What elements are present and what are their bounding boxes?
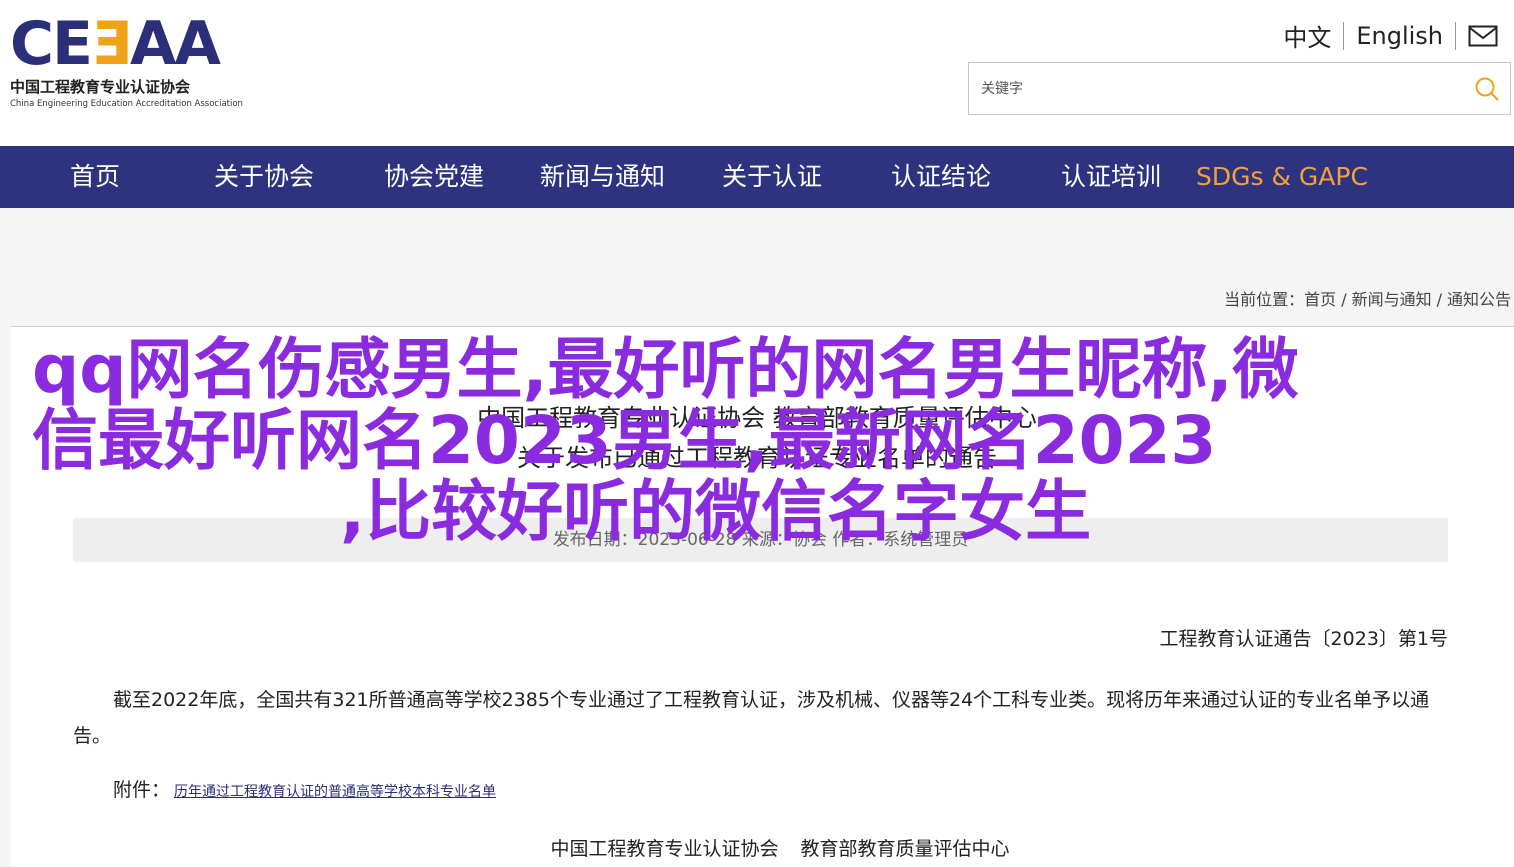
site-header: CEƎAA 中国工程教育专业认证协会 China Engineering Edu… (0, 0, 1514, 146)
nav-item-party-building[interactable]: 协会党建 (384, 146, 484, 208)
breadcrumb-separator: / (1436, 290, 1442, 309)
mail-icon[interactable] (1468, 25, 1498, 47)
breadcrumb-home[interactable]: 首页 (1304, 290, 1336, 309)
logo-mark-ce: CE (10, 9, 93, 79)
nav-item-news[interactable]: 新闻与通知 (540, 146, 665, 208)
article-paragraph: 截至2022年底，全国共有321所普通高等学校2385个专业通过了工程教育认证，… (73, 689, 1430, 747)
breadcrumb: 当前位置：首页 / 新闻与通知 / 通知公告 (1224, 286, 1511, 310)
signature-association: 中国工程教育专业认证协会 (550, 838, 779, 860)
logo-mark-aa: AA (130, 9, 221, 79)
overlay-line-1: qq网名伤感男生,最好听的网名男生昵称,微 (32, 331, 1299, 408)
overlay-headline: qq网名伤感男生,最好听的网名男生昵称,微 信最好听网名2023男生,最新网名2… (32, 334, 1372, 547)
logo-mark: CEƎAA (10, 14, 266, 74)
nav-item-about-accreditation[interactable]: 关于认证 (722, 146, 822, 208)
lang-chinese-link[interactable]: 中文 (1283, 18, 1331, 53)
breadcrumb-separator: / (1341, 290, 1347, 309)
language-switcher: 中文 English (1283, 18, 1498, 53)
overlay-line-3: ,比较好听的微信名字女生 (340, 473, 1092, 550)
lang-divider (1455, 21, 1456, 50)
nav-item-conclusions[interactable]: 认证结论 (891, 146, 991, 208)
nav-item-home[interactable]: 首页 (70, 146, 120, 208)
logo-english-name: China Engineering Education Accreditatio… (10, 99, 243, 109)
attachment-label: 附件： (113, 779, 171, 801)
signature-evaluation-center: 教育部教育质量评估中心 (800, 838, 1010, 860)
main-nav: 首页 关于协会 协会党建 新闻与通知 关于认证 认证结论 认证培训 SDGs &… (0, 146, 1514, 208)
document-number: 工程教育认证通告〔2023〕第1号 (1159, 628, 1448, 650)
attachment-link[interactable]: 历年通过工程教育认证的普通高等学校本科专业名单 (174, 784, 496, 800)
nav-item-about-association[interactable]: 关于协会 (214, 146, 314, 208)
breadcrumb-notices[interactable]: 通知公告 (1447, 290, 1511, 309)
lang-english-link[interactable]: English (1356, 22, 1443, 50)
lang-divider (1343, 21, 1345, 50)
nav-item-sdgs-gapc[interactable]: SDGs & GAPC (1196, 146, 1368, 208)
logo-chinese-name: 中国工程教育专业认证协会 (10, 78, 191, 96)
attachment: 附件： 历年通过工程教育认证的普通高等学校本科专业名单 (113, 775, 496, 802)
article-signature: 中国工程教育专业认证协会 教育部教育质量评估中心 (0, 834, 1514, 861)
breadcrumb-prefix: 当前位置： (1224, 290, 1305, 309)
breadcrumb-news[interactable]: 新闻与通知 (1352, 290, 1432, 309)
overlay-line-2: 信最好听网名2023男生,最新网名2023 (32, 402, 1217, 479)
search-input[interactable] (981, 78, 1451, 100)
nav-item-training[interactable]: 认证培训 (1061, 146, 1161, 208)
site-logo[interactable]: CEƎAA 中国工程教育专业认证协会 China Engineering Edu… (10, 14, 266, 114)
search-icon[interactable] (1474, 76, 1500, 102)
search-box (968, 62, 1511, 115)
logo-mark-e3: Ǝ (91, 9, 132, 79)
